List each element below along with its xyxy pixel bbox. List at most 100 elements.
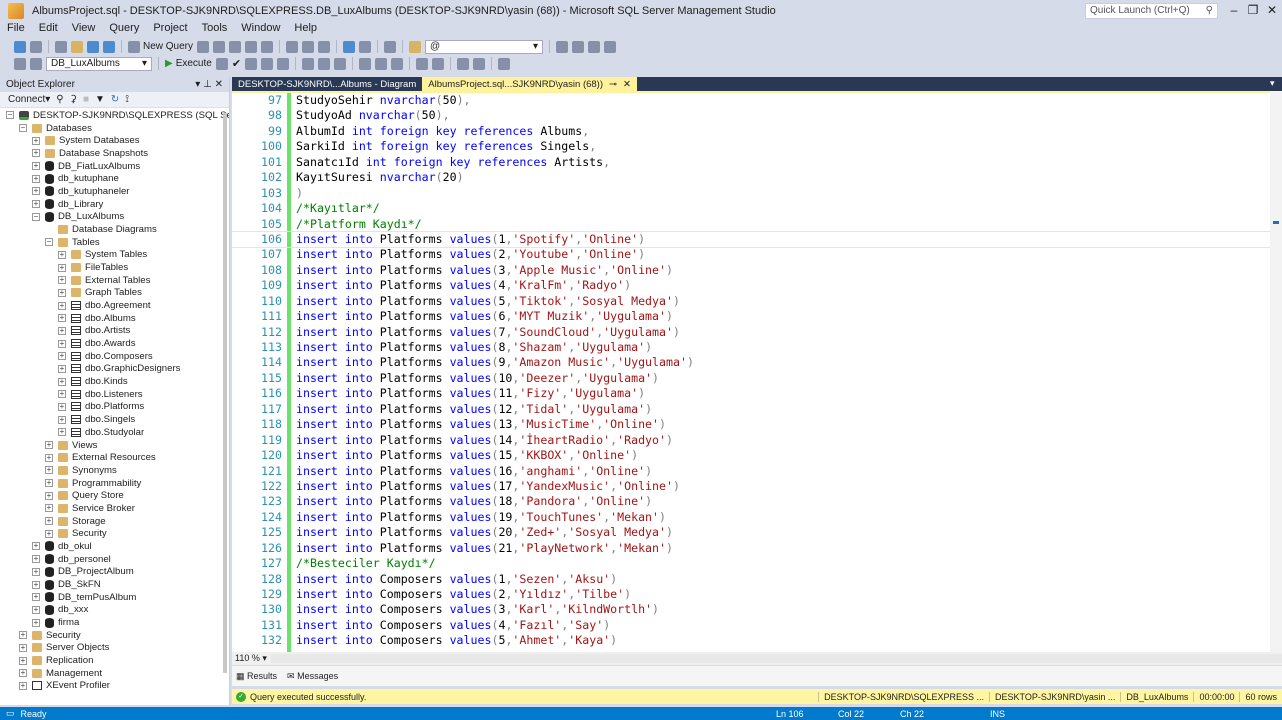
display-plan-icon[interactable] — [245, 57, 258, 70]
save-icon[interactable] — [87, 40, 99, 53]
tree-node[interactable]: + Management — [19, 667, 102, 680]
activity-monitor-icon[interactable]: ⟟ — [125, 94, 129, 105]
tree-node[interactable]: Database Diagrams — [45, 223, 157, 236]
tree-node[interactable]: + System Tables — [58, 248, 147, 261]
tree-node[interactable]: + DB_temPusAlbum — [32, 591, 136, 604]
tree-node[interactable]: + db_xxx — [32, 604, 88, 617]
tree-node[interactable]: + dbo.Kinds — [58, 375, 128, 388]
menu-project[interactable]: Project — [146, 22, 194, 36]
specify-values-icon[interactable] — [498, 57, 511, 70]
tree-node[interactable]: + External Resources — [45, 451, 156, 464]
expand-icon[interactable]: + — [45, 491, 53, 500]
execute-button[interactable]: ▶ Execute — [165, 58, 212, 69]
expand-icon[interactable]: + — [32, 618, 40, 627]
expand-icon[interactable]: + — [32, 605, 40, 614]
tree-node[interactable]: + db_Library — [32, 198, 103, 211]
expand-icon[interactable]: + — [45, 441, 53, 450]
decrease-indent-icon[interactable] — [457, 57, 470, 70]
expand-icon[interactable]: + — [19, 656, 27, 665]
results-to-file-icon[interactable] — [391, 57, 404, 70]
properties-icon[interactable] — [556, 40, 569, 53]
wrench-icon[interactable] — [572, 40, 585, 53]
expand-icon[interactable]: + — [45, 529, 53, 538]
tree-node[interactable]: + Service Broker — [45, 502, 135, 515]
minimize-button[interactable]: – — [1224, 3, 1244, 17]
tree-node[interactable]: + Graph Tables — [58, 287, 142, 300]
disconnect-icon[interactable]: ⚳ — [70, 94, 77, 105]
expand-icon[interactable]: + — [58, 276, 66, 285]
filter-icon[interactable]: ▼ — [95, 94, 105, 105]
change-connection-icon[interactable] — [30, 57, 42, 70]
menu-window[interactable]: Window — [234, 22, 287, 36]
zoom-select[interactable]: 110 % ▾ — [235, 653, 267, 664]
new-query-button[interactable]: New Query — [128, 40, 193, 53]
tree-node[interactable]: − DESKTOP-SJK9NRD\SQLEXPRESS (SQL Server … — [6, 109, 229, 122]
mdx-query-icon[interactable] — [213, 40, 226, 53]
tree-node[interactable]: + External Tables — [58, 274, 150, 287]
expand-icon[interactable]: + — [32, 149, 40, 158]
tree-node[interactable]: + Database Snapshots — [32, 147, 148, 160]
find-combo[interactable]: @ ▾ — [425, 39, 544, 54]
results-to-grid-icon[interactable] — [375, 57, 388, 70]
tree-node[interactable]: + DB_FiatLuxAlbums — [32, 160, 140, 173]
quick-launch-input[interactable]: Quick Launch (Ctrl+Q) ⚲ — [1085, 3, 1218, 19]
toolbox-icon[interactable] — [588, 40, 601, 53]
expand-icon[interactable]: + — [32, 542, 40, 551]
database-select[interactable]: DB_LuxAlbums ▾ — [46, 56, 152, 71]
expand-icon[interactable]: + — [32, 555, 40, 564]
copy-icon[interactable] — [302, 40, 315, 53]
refresh-icon[interactable]: ↻ — [111, 94, 119, 105]
menu-file[interactable]: File — [0, 22, 32, 36]
horizontal-scrollbar[interactable] — [270, 654, 1282, 663]
query-options-icon[interactable] — [261, 57, 274, 70]
tree-node[interactable]: + dbo.Platforms — [58, 401, 144, 414]
connect-button[interactable]: Connect▾ — [8, 94, 50, 105]
xmla-query-icon[interactable] — [245, 40, 258, 53]
tree-node[interactable]: + DB_SkFN — [32, 578, 101, 591]
undo-icon[interactable] — [343, 40, 356, 53]
expand-icon[interactable]: + — [58, 339, 66, 348]
expand-icon[interactable]: + — [32, 187, 40, 196]
expand-icon[interactable]: + — [32, 200, 40, 209]
expand-icon[interactable]: + — [32, 174, 40, 183]
editor-vertical-scrollbar[interactable] — [1270, 91, 1282, 652]
tree-node[interactable]: + firma — [32, 616, 79, 629]
close-window-button[interactable]: ✕ — [1262, 3, 1282, 17]
dmx-query-icon[interactable] — [229, 40, 242, 53]
connect-icon[interactable] — [14, 57, 26, 70]
expand-icon[interactable]: + — [19, 681, 27, 690]
tree-node[interactable]: + Security — [19, 629, 81, 642]
menu-help[interactable]: Help — [287, 22, 324, 36]
expand-icon[interactable]: + — [32, 162, 40, 171]
tree-node[interactable]: + dbo.Studyolar — [58, 426, 144, 439]
close-icon[interactable]: ✕ — [623, 79, 631, 90]
tree-node[interactable]: + Security — [45, 527, 107, 540]
new-project-icon[interactable] — [55, 40, 67, 53]
tree-node[interactable]: + db_okul — [32, 540, 92, 553]
tree-node[interactable]: + DB_ProjectAlbum — [32, 565, 134, 578]
tree-node[interactable]: + db_kutuphaneler — [32, 185, 129, 198]
tree-node[interactable]: + System Databases — [32, 134, 140, 147]
tree-node[interactable]: + dbo.Albums — [58, 312, 136, 325]
expand-icon[interactable]: + — [45, 504, 53, 513]
menu-edit[interactable]: Edit — [32, 22, 65, 36]
stop-icon[interactable]: ■ — [83, 94, 89, 105]
expand-icon[interactable]: + — [58, 263, 66, 272]
collapse-icon[interactable]: − — [19, 124, 27, 133]
pin-icon[interactable]: ⊸ — [609, 79, 617, 90]
dropdown-icon[interactable]: ▾ — [195, 79, 200, 90]
client-stats-icon[interactable] — [334, 57, 347, 70]
open-file-icon[interactable] — [71, 40, 83, 53]
collapse-icon[interactable]: − — [45, 238, 53, 247]
tree-node[interactable]: + dbo.Composers — [58, 350, 153, 363]
expand-icon[interactable]: + — [19, 631, 27, 640]
tree-node[interactable]: + dbo.Artists — [58, 325, 130, 338]
object-explorer-scrollbar[interactable] — [223, 113, 227, 673]
increase-indent-icon[interactable] — [473, 57, 486, 70]
sql-editor[interactable]: 97 StudyoSehir nvarchar(50), 98 StudyoAd nv… — [232, 91, 1272, 652]
restore-button[interactable]: ❐ — [1243, 3, 1263, 17]
tree-node[interactable]: + Server Objects — [19, 642, 109, 655]
tree-node[interactable]: + Synonyms — [45, 464, 117, 477]
tree-node[interactable]: + Programmability — [45, 477, 141, 490]
expand-icon[interactable]: + — [32, 567, 40, 576]
